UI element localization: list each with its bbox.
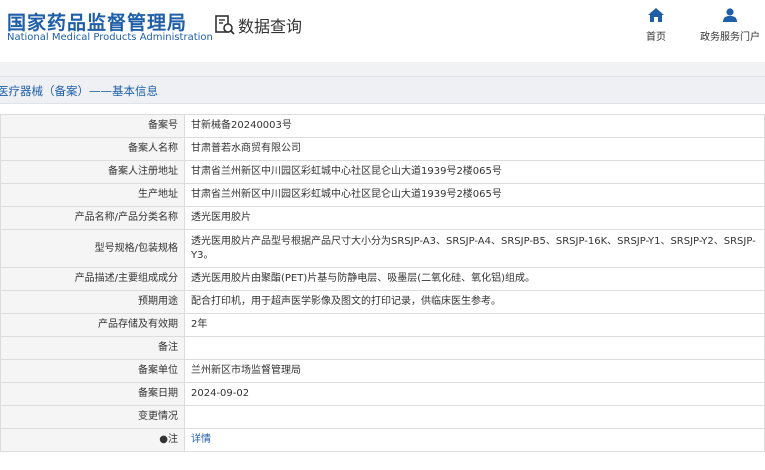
- info-row-value: 透光医用胶片: [184, 206, 765, 230]
- info-row: 备案日期 2024-09-02: [0, 382, 765, 406]
- info-row-value: 透光医用胶片由聚酯(PET)片基与防静电层、吸墨层(二氧化硅、氧化铝)组成。: [184, 267, 765, 291]
- info-row-label: 备案人名称: [0, 137, 185, 161]
- info-row-label: 备注: [0, 336, 185, 360]
- info-row-value: 2024-09-02: [184, 382, 765, 406]
- info-row: 备案单位 兰州新区市场监督管理局: [0, 359, 765, 383]
- info-row-value: 甘新械备20240003号: [184, 114, 765, 138]
- user-icon: [723, 8, 737, 22]
- info-row-label: 备案单位: [0, 359, 185, 383]
- info-row-label: 产品名称/产品分类名称: [0, 206, 185, 230]
- home-icon: [648, 8, 664, 22]
- info-row-label: 型号规格/包装规格: [0, 229, 185, 268]
- nav-service-portal-label: 政务服务门户: [700, 32, 760, 43]
- info-row-value: 兰州新区市场监督管理局: [184, 359, 765, 383]
- info-row-label: ●注: [0, 428, 185, 452]
- nav-home[interactable]: 首页: [646, 8, 666, 43]
- info-row: 预期用途 配合打印机，用于超声医学影像及图文的打印记录，供临床医生参考。: [0, 290, 765, 314]
- info-table: 备案号 甘新械备20240003号 备案人名称 甘肃普若水商贸有限公司 备案人注册地址甘…: [0, 114, 765, 452]
- info-row: 备案号 甘新械备20240003号: [0, 114, 765, 138]
- info-row: 产品名称/产品分类名称 透光医用胶片: [0, 206, 765, 230]
- info-row-value: 甘肃普若水商贸有限公司: [184, 137, 765, 161]
- search-document-icon: [215, 15, 235, 35]
- site-logo-cn[interactable]: 国家药品监督管理局: [7, 8, 187, 35]
- section-title: 医疗器械（备案）——基本信息: [0, 84, 158, 98]
- info-row-label: 备案日期: [0, 382, 185, 406]
- info-row-value: [184, 405, 765, 429]
- info-row-value: 透光医用胶片产品型号根据产品尺寸大小分为SRSJP-A3、SRSJP-A4、SR…: [184, 229, 765, 268]
- data-query-title: 数据查询: [238, 17, 303, 36]
- info-row-label: 变更情况: [0, 405, 185, 429]
- info-row: 备案人名称 甘肃普若水商贸有限公司: [0, 137, 765, 161]
- info-row-label: 产品存储及有效期: [0, 313, 185, 337]
- info-row-value: 配合打印机，用于超声医学影像及图文的打印记录，供临床医生参考。: [184, 290, 765, 314]
- info-row-label: 备案人注册地址: [0, 160, 185, 184]
- info-row: 生产地址 甘肃省兰州新区中川园区彩虹城中心社区昆仑山大道1939号2楼065号: [0, 183, 765, 207]
- info-row-value-cell: 详情: [184, 428, 765, 452]
- site-header: 国家药品监督管理局 National Medical Products Admi…: [0, 0, 765, 62]
- info-row: 型号规格/包装规格 透光医用胶片产品型号根据产品尺寸大小分为SRSJP-A3、SR…: [0, 229, 765, 268]
- nav-service-portal[interactable]: 政务服务门户: [700, 8, 760, 43]
- info-row-value: 2年: [184, 313, 765, 337]
- info-row: 变更情况: [0, 405, 765, 429]
- header-gap: [0, 62, 765, 76]
- info-row-value: [184, 336, 765, 360]
- info-row-label: 生产地址: [0, 183, 185, 207]
- info-row-label: 备案号: [0, 114, 185, 138]
- info-row: ●注 详情: [0, 428, 765, 452]
- section-bar: 医疗器械（备案）——基本信息: [0, 76, 765, 104]
- detail-link[interactable]: 详情: [191, 434, 211, 445]
- info-row-label: 产品描述/主要组成成分: [0, 267, 185, 291]
- info-row: 产品存储及有效期 2年: [0, 313, 765, 337]
- info-row-value: 甘肃省兰州新区中川园区彩虹城中心社区昆仑山大道1939号2楼065号: [184, 160, 765, 184]
- info-row-value: 甘肃省兰州新区中川园区彩虹城中心社区昆仑山大道1939号2楼065号: [184, 183, 765, 207]
- nav-home-label: 首页: [646, 32, 666, 43]
- info-row-label: 预期用途: [0, 290, 185, 314]
- site-logo-en[interactable]: National Medical Products Administration: [7, 32, 213, 43]
- info-row: 产品描述/主要组成成分 透光医用胶片由聚酯(PET)片基与防静电层、吸墨层(二氧化…: [0, 267, 765, 291]
- info-row: 备案人注册地址 甘肃省兰州新区中川园区彩虹城中心社区昆仑山大道1939号2楼065…: [0, 160, 765, 184]
- info-row: 备注: [0, 336, 765, 360]
